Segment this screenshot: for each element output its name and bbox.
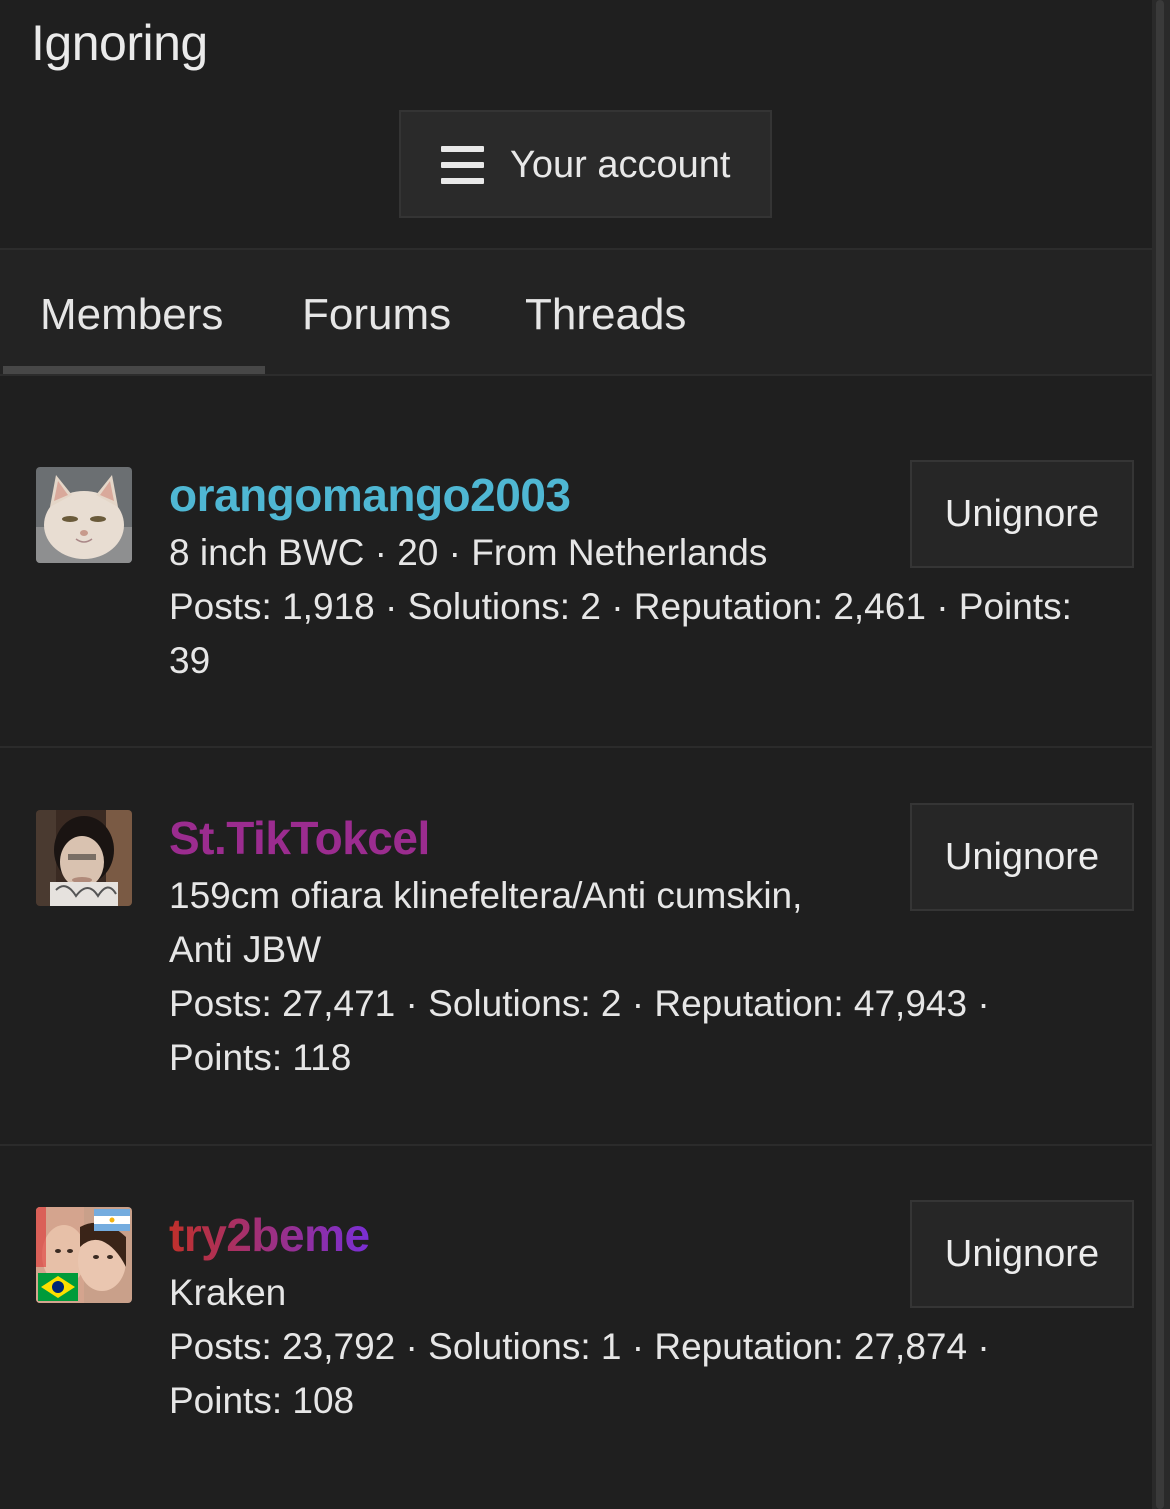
member-stats: Posts: 27,471 · Solutions: 2 · Reputatio… — [169, 983, 990, 1024]
hamburger-icon — [441, 146, 484, 184]
member-tagline: 8 inch BWC · 20 · From Netherlands — [169, 532, 768, 573]
member-tagline: Kraken — [169, 1272, 287, 1313]
tab-bar: Members Forums Threads — [0, 248, 1152, 376]
avatar[interactable] — [36, 1207, 132, 1303]
member-username[interactable]: orangomango2003 — [169, 468, 571, 522]
scrollbar-thumb[interactable] — [1156, 0, 1164, 1509]
member-stats: Posts: 1,918 · Solutions: 2 · Reputation… — [169, 586, 1072, 627]
member-username[interactable]: try2beme — [169, 1208, 370, 1262]
avatar[interactable] — [36, 810, 132, 906]
avatar[interactable] — [36, 467, 132, 563]
unignore-button[interactable]: Unignore — [910, 803, 1134, 911]
member-stats: Posts: 23,792 · Solutions: 1 · Reputatio… — [169, 1326, 990, 1367]
member-tagline-continued: Anti JBW — [169, 929, 322, 970]
your-account-button[interactable]: Your account — [399, 110, 772, 218]
divider — [0, 746, 1152, 748]
divider — [0, 1144, 1152, 1146]
member-stats-continued: Points: 108 — [169, 1380, 355, 1421]
member-username-text[interactable]: try2beme — [169, 1209, 370, 1261]
page-title: Ignoring — [31, 15, 208, 71]
tab-members[interactable]: Members — [40, 290, 223, 340]
member-stats-continued: 39 — [169, 640, 211, 681]
unignore-button[interactable]: Unignore — [910, 1200, 1134, 1308]
member-tagline: 159cm ofiara klinefeltera/Anti cumskin, — [169, 875, 803, 916]
tab-forums[interactable]: Forums — [302, 290, 451, 340]
member-username[interactable]: St.TikTokcel — [169, 811, 430, 865]
your-account-label: Your account — [510, 144, 731, 186]
tab-threads[interactable]: Threads — [525, 290, 686, 340]
active-tab-indicator — [3, 366, 265, 374]
member-stats-continued: Points: 118 — [169, 1037, 352, 1078]
unignore-button[interactable]: Unignore — [910, 460, 1134, 568]
